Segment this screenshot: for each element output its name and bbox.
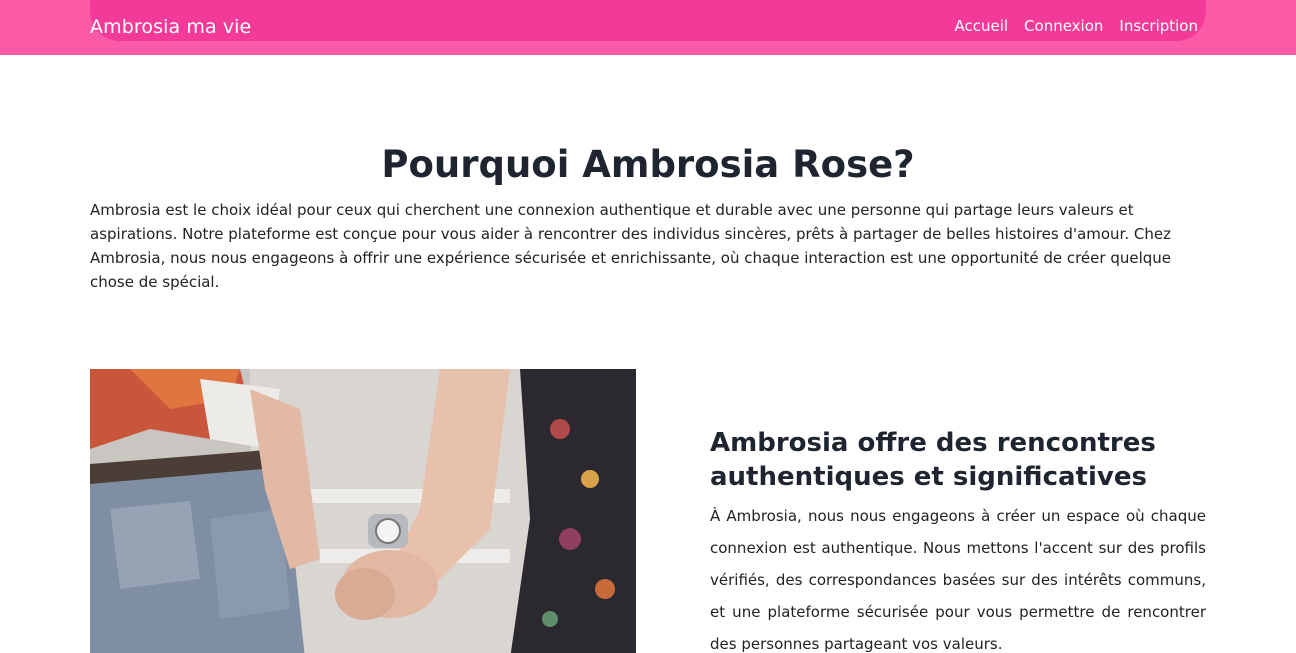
why-section-title: Pourquoi Ambrosia Rose? <box>381 143 915 186</box>
feature-title: Ambrosia offre des rencontres authentiqu… <box>710 428 1156 492</box>
nav-links: Accueil Connexion Inscription <box>938 17 1198 35</box>
couple-holding-hands-photo <box>90 369 636 653</box>
nav-link-accueil[interactable]: Accueil <box>954 17 1008 35</box>
feature-text: À Ambrosia, nous nous engageons à créer … <box>710 507 1206 653</box>
nav-link-inscription[interactable]: Inscription <box>1119 17 1198 35</box>
nav-link-connexion[interactable]: Connexion <box>1024 17 1103 35</box>
photo-illustration <box>90 369 636 653</box>
why-section-text: Ambrosia est le choix idéal pour ceux qu… <box>90 201 1172 291</box>
brand-link[interactable]: Ambrosia ma vie <box>90 16 251 38</box>
